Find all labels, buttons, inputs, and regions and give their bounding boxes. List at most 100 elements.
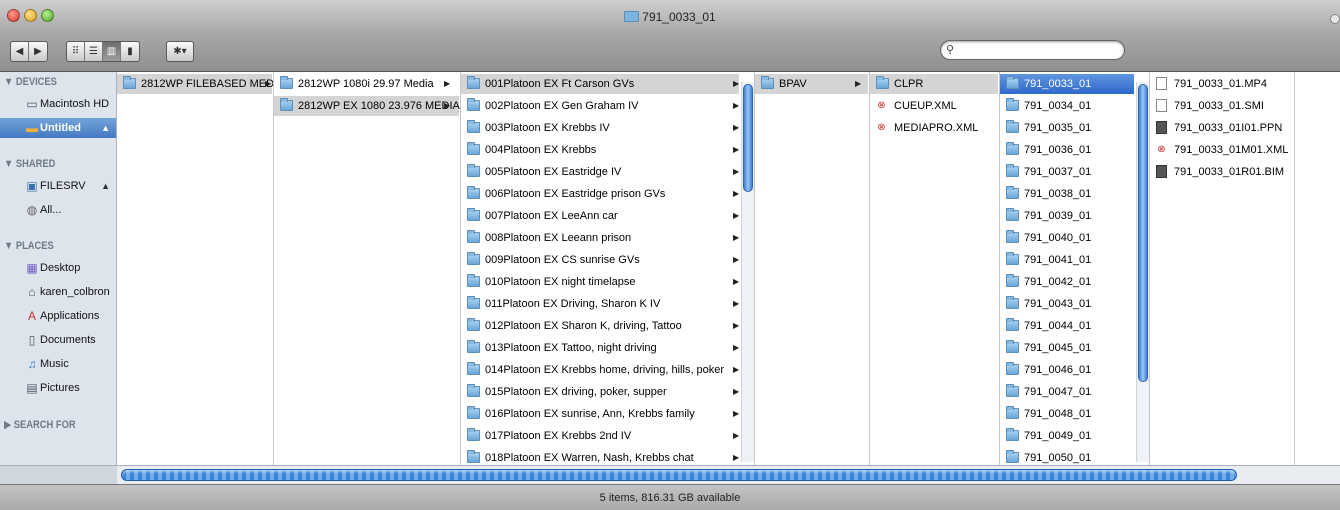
- sidebar-item-karen-colbron[interactable]: ⌂ karen_colbron: [0, 282, 116, 302]
- folder-row[interactable]: 791_0042_01▶: [1000, 272, 1142, 292]
- file-row[interactable]: 791_0033_01.SMI: [1150, 96, 1293, 116]
- title-bar[interactable]: 791_0033_01: [0, 0, 1340, 32]
- sidebar-section-header[interactable]: ▼ DEVICES: [4, 76, 57, 88]
- folder-row[interactable]: 791_0034_01▶: [1000, 96, 1142, 116]
- folder-row[interactable]: 791_0040_01▶: [1000, 228, 1142, 248]
- browser-column-2[interactable]: 2812WP 1080i 29.97 Media ▶ 2812WP EX 1080 …: [274, 72, 461, 465]
- vertical-scroll-thumb[interactable]: [743, 84, 753, 192]
- folder-row[interactable]: 017Platoon EX Krebbs 2nd IV ▶: [461, 426, 739, 446]
- folder-row[interactable]: 011Platoon EX Driving, Sharon K IV ▶: [461, 294, 739, 314]
- folder-row[interactable]: 009Platoon EX CS sunrise GVs ▶: [461, 250, 739, 270]
- sidebar-section-header[interactable]: ▼ PLACES: [4, 240, 54, 252]
- disclosure-arrow-icon: ▶: [733, 101, 740, 110]
- folder-name: 016Platoon EX sunrise, Ann, Krebbs famil…: [485, 408, 695, 420]
- folder-row[interactable]: 001Platoon EX Ft Carson GVs ▶: [461, 74, 739, 94]
- folder-row[interactable]: 791_0036_01▶: [1000, 140, 1142, 160]
- back-arrow-icon[interactable]: ◀: [11, 42, 29, 61]
- eject-icon[interactable]: ▲: [101, 176, 110, 196]
- action-menu-button[interactable]: ✱▾: [166, 41, 194, 62]
- disclosure-arrow-icon: ▶: [733, 233, 740, 242]
- folder-row[interactable]: 003Platoon EX Krebbs IV ▶: [461, 118, 739, 138]
- column-view-icon[interactable]: ▥: [103, 42, 121, 61]
- browser-column-5[interactable]: CLPR ⊗ CUEUP.XML ⊗ MEDIAPRO.XML: [870, 72, 1000, 465]
- folder-row[interactable]: 004Platoon EX Krebbs ▶: [461, 140, 739, 160]
- folder-row[interactable]: 791_0048_01▶: [1000, 404, 1142, 424]
- folder-row[interactable]: 791_0046_01▶: [1000, 360, 1142, 380]
- folder-row[interactable]: 791_0047_01▶: [1000, 382, 1142, 402]
- folder-row[interactable]: 2812WP 1080i 29.97 Media ▶: [274, 74, 459, 94]
- toolbar-toggle-button[interactable]: [1330, 14, 1340, 24]
- file-row[interactable]: ⊗ 791_0033_01M01.XML: [1150, 140, 1293, 160]
- file-row[interactable]: ⊗ CUEUP.XML: [870, 96, 998, 116]
- folder-row[interactable]: 791_0038_01▶: [1000, 184, 1142, 204]
- folder-row[interactable]: 012Platoon EX Sharon K, driving, Tattoo ▶: [461, 316, 739, 336]
- sidebar-item-applications[interactable]: A Applications: [0, 306, 116, 326]
- folder-row[interactable]: 002Platoon EX Gen Graham IV ▶: [461, 96, 739, 116]
- vertical-scroll-thumb[interactable]: [1138, 84, 1148, 382]
- folder-row[interactable]: 791_0049_01▶: [1000, 426, 1142, 446]
- folder-row[interactable]: 016Platoon EX sunrise, Ann, Krebbs famil…: [461, 404, 739, 424]
- folder-icon: [1006, 76, 1019, 89]
- forward-arrow-icon[interactable]: ▶: [29, 42, 47, 61]
- sidebar-section-header[interactable]: ▶ SEARCH FOR: [4, 418, 76, 431]
- folder-icon: [467, 186, 480, 199]
- folder-row[interactable]: 791_0045_01▶: [1000, 338, 1142, 358]
- icon-view-icon[interactable]: ⠿: [67, 42, 85, 61]
- file-row[interactable]: 791_0033_01R01.BIM: [1150, 162, 1293, 182]
- folder-row[interactable]: 791_0041_01▶: [1000, 250, 1142, 270]
- folder-row[interactable]: 791_0035_01▶: [1000, 118, 1142, 138]
- file-row[interactable]: 791_0033_01.MP4: [1150, 74, 1293, 94]
- search-field[interactable]: ⚲: [940, 40, 1125, 60]
- sidebar-item-filesrv[interactable]: ▣ FILESRV ▲: [0, 176, 116, 196]
- folder-row[interactable]: 015Platoon EX driving, poker, supper ▶: [461, 382, 739, 402]
- vertical-scrollbar[interactable]: [741, 82, 754, 462]
- folder-row[interactable]: CLPR: [870, 74, 998, 94]
- folder-row[interactable]: 791_0043_01▶: [1000, 294, 1142, 314]
- list-view-icon[interactable]: ☰: [85, 42, 103, 61]
- sidebar-item-desktop[interactable]: ▦ Desktop: [0, 258, 116, 278]
- gear-icon[interactable]: ✱▾: [167, 42, 193, 61]
- file-row[interactable]: ⊗ MEDIAPRO.XML: [870, 118, 998, 138]
- browser-column-3[interactable]: 001Platoon EX Ft Carson GVs ▶ 002Platoon E…: [461, 72, 755, 465]
- sidebar-section-header[interactable]: ▼ SHARED: [4, 158, 55, 170]
- folder-row[interactable]: 006Platoon EX Eastridge prison GVs ▶: [461, 184, 739, 204]
- disclosure-arrow-icon: ▶: [733, 409, 740, 418]
- search-input[interactable]: [959, 43, 1119, 57]
- browser-column-6[interactable]: 791_0033_01▶791_0034_01▶791_0035_01▶791_…: [1000, 72, 1150, 465]
- folder-row[interactable]: 005Platoon EX Eastridge IV ▶: [461, 162, 739, 182]
- sidebar-item-music[interactable]: ♫ Music: [0, 354, 116, 374]
- browser-column-1[interactable]: 2812WP FILEBASED MEDIA ▶: [117, 72, 274, 465]
- sidebar-item-all[interactable]: ◍ All...: [0, 200, 116, 220]
- folder-row[interactable]: 791_0044_01▶: [1000, 316, 1142, 336]
- horizontal-scrollbar[interactable]: [117, 465, 1340, 484]
- browser-column-4[interactable]: BPAV ▶: [755, 72, 870, 465]
- horizontal-scroll-thumb[interactable]: [121, 469, 1237, 481]
- sidebar-item-label: Macintosh HD: [40, 98, 110, 110]
- folder-row[interactable]: 008Platoon EX Leeann prison ▶: [461, 228, 739, 248]
- sidebar-item-documents[interactable]: ▯ Documents: [0, 330, 116, 350]
- folder-row[interactable]: 010Platoon EX night timelapse ▶: [461, 272, 739, 292]
- file-row[interactable]: 791_0033_01I01.PPN: [1150, 118, 1293, 138]
- folder-row[interactable]: 014Platoon EX Krebbs home, driving, hill…: [461, 360, 739, 380]
- folder-row[interactable]: 791_0039_01▶: [1000, 206, 1142, 226]
- document-icon: [1156, 99, 1167, 112]
- coverflow-view-icon[interactable]: ▮: [121, 42, 139, 61]
- folder-row[interactable]: 007Platoon EX LeeAnn car ▶: [461, 206, 739, 226]
- eject-icon[interactable]: ▲: [101, 118, 110, 138]
- folder-row[interactable]: 791_0050_01▶: [1000, 448, 1142, 465]
- folder-row[interactable]: 791_0037_01▶: [1000, 162, 1142, 182]
- sidebar-item-untitled[interactable]: ▬ Untitled ▲: [0, 118, 116, 138]
- sidebar-item-pictures[interactable]: ▤ Pictures: [0, 378, 116, 398]
- folder-row[interactable]: BPAV ▶: [755, 74, 868, 94]
- folder-icon: [1006, 98, 1019, 111]
- folder-icon: [467, 318, 480, 331]
- sidebar-item-macintosh-hd[interactable]: ▭ Macintosh HD: [0, 94, 116, 114]
- folder-row[interactable]: 2812WP FILEBASED MEDIA ▶: [117, 74, 273, 94]
- folder-row[interactable]: 791_0033_01▶: [1000, 74, 1142, 94]
- xml-file-icon: ⊗: [1157, 144, 1166, 155]
- folder-row[interactable]: 013Platoon EX Tattoo, night driving ▶: [461, 338, 739, 358]
- folder-row[interactable]: 018Platoon EX Warren, Nash, Krebbs chat ▶: [461, 448, 739, 465]
- folder-row[interactable]: 2812WP EX 1080 23.976 MEDIA ▶: [274, 96, 460, 116]
- browser-column-7[interactable]: 791_0033_01.MP4 791_0033_01.SMI 791_0033_0…: [1150, 72, 1295, 465]
- vertical-scrollbar[interactable]: [1136, 82, 1149, 462]
